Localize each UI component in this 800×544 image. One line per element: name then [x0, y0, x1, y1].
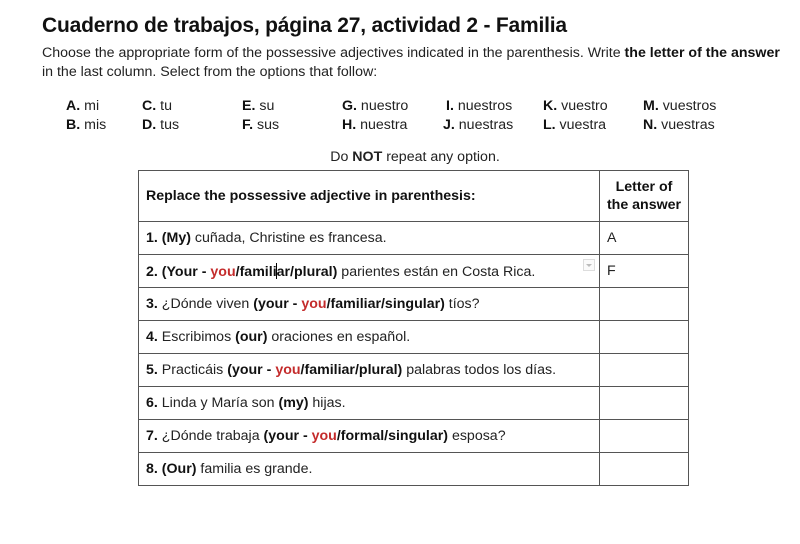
- answer-cell[interactable]: [599, 419, 689, 453]
- table-header-row: Replace the possessive adjective in pare…: [138, 170, 689, 222]
- option-d: D. tus: [142, 116, 180, 133]
- option-l: L. vuestra: [543, 116, 607, 133]
- instructions-bold: the letter of the answer: [624, 45, 780, 61]
- table-row: 4. Escribimos (our) oraciones en español…: [138, 320, 689, 354]
- table-row: 6. Linda y María son (my) hijas.: [138, 386, 689, 420]
- answer-cell[interactable]: [599, 287, 689, 321]
- question-cell[interactable]: 6. Linda y María son (my) hijas.: [138, 386, 600, 420]
- options-list: A. mi B. mis C. tu D. tus E. su F. sus G…: [66, 97, 766, 137]
- question-cell[interactable]: 7. ¿Dónde trabaja (your - you/formal/sin…: [138, 419, 600, 453]
- page-title: Cuaderno de trabajos, página 27, activid…: [42, 14, 567, 37]
- answer-cell[interactable]: [599, 386, 689, 420]
- question-cell[interactable]: 3. ¿Dónde viven (your - you/familiar/sin…: [138, 287, 600, 321]
- table-row: 1. (My) cuñada, Christine es francesa. A: [138, 221, 689, 255]
- dropdown-arrow-icon[interactable]: [583, 259, 595, 271]
- option-e: E. su: [242, 98, 275, 114]
- option-k: K. vuestro: [543, 98, 608, 114]
- instructions-text-end: in the last column. Select from the opti…: [42, 64, 378, 80]
- option-b: B. mis: [66, 116, 107, 133]
- question-cell[interactable]: 2. (Your - you/familiar/plural) pariente…: [138, 254, 600, 288]
- table-row: 7. ¿Dónde trabaja (your - you/formal/sin…: [138, 419, 689, 453]
- option-j: J. nuestras: [443, 116, 514, 133]
- question-cell[interactable]: 4. Escribimos (our) oraciones en español…: [138, 320, 600, 354]
- instructions: Choose the appropriate form of the posse…: [42, 44, 792, 82]
- option-c: C. tu: [142, 98, 172, 114]
- option-n: N. vuestras: [643, 116, 715, 133]
- option-f: F. sus: [242, 116, 280, 133]
- option-m: M. vuestros: [643, 98, 717, 114]
- answer-cell[interactable]: [599, 353, 689, 387]
- option-a: A. mi: [66, 98, 100, 114]
- option-g: G. nuestro: [342, 98, 409, 114]
- question-cell[interactable]: 8. (Our) familia es grande.: [138, 452, 600, 486]
- option-i: I. nuestros: [446, 98, 513, 114]
- option-h: H. nuestra: [342, 116, 408, 133]
- table-row: 2. (Your - you/familiar/plural) pariente…: [138, 254, 689, 288]
- header-answer: Letter of the answer: [599, 170, 689, 222]
- table-row: 3. ¿Dónde viven (your - you/familiar/sin…: [138, 287, 689, 321]
- instructions-text: Choose the appropriate form of the posse…: [42, 45, 625, 61]
- table-row: 5. Practicáis (your - you/familiar/plura…: [138, 353, 689, 387]
- answer-cell[interactable]: [599, 320, 689, 354]
- question-cell[interactable]: 5. Practicáis (your - you/familiar/plura…: [138, 353, 600, 387]
- answer-cell[interactable]: [599, 452, 689, 486]
- header-question: Replace the possessive adjective in pare…: [138, 170, 600, 222]
- answer-cell[interactable]: F: [599, 254, 689, 288]
- answer-cell[interactable]: A: [599, 221, 689, 255]
- exercise-table: Replace the possessive adjective in pare…: [138, 170, 689, 486]
- question-cell[interactable]: 1. (My) cuñada, Christine es francesa.: [138, 221, 600, 255]
- no-repeat-note: Do NOT repeat any option.: [330, 149, 500, 165]
- table-row: 8. (Our) familia es grande.: [138, 452, 689, 486]
